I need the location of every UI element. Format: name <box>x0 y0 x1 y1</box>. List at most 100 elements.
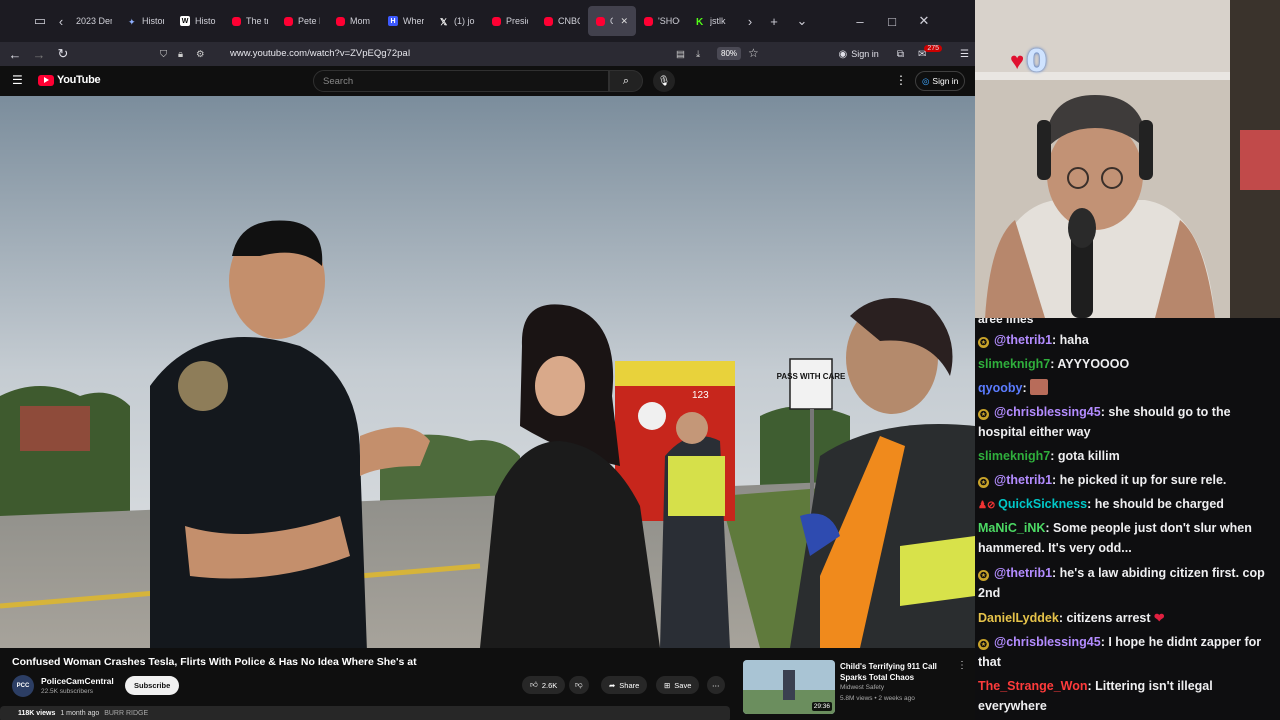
url-text[interactable]: www.youtube.com/watch?v=ZVpEQg72paI <box>230 48 410 59</box>
tab-overview-icon[interactable]: ▭ <box>26 7 54 35</box>
address-bar[interactable]: ⛉ 🔒︎ ⚙ www.youtube.com/watch?v=ZVpEQg72p… <box>156 42 776 66</box>
channel-avatar[interactable]: PCC <box>12 675 34 697</box>
browser-tab[interactable]: Mom <box>328 6 380 36</box>
youtube-signin-button[interactable]: ◎ Sign in <box>915 71 966 91</box>
close-tab-icon[interactable]: ✕ <box>620 16 628 27</box>
chat-username[interactable]: @thetrib1 <box>994 566 1052 580</box>
hamburger-menu-icon[interactable]: ☰ <box>12 73 23 87</box>
chat-username[interactable]: MaNiC_iNK <box>978 521 1045 535</box>
browser-tab[interactable]: Co ✕ <box>588 6 636 36</box>
chat-username[interactable]: DanielLyddek <box>978 611 1059 625</box>
save-button[interactable]: ⊞ Save <box>656 676 700 694</box>
youtube-favicon-icon <box>544 16 553 26</box>
browser-tab[interactable]: CNBC <box>536 6 588 36</box>
browser-tab-label: The tr <box>246 16 268 26</box>
chat-username[interactable]: @thetrib1 <box>994 473 1052 487</box>
chat-text: : he picked it up for sure rele. <box>1052 473 1227 487</box>
share-button[interactable]: ➦ Share <box>601 676 648 694</box>
browser-tab[interactable]: 2023 Dem <box>68 6 120 36</box>
tab-scroll-left-icon[interactable]: ‹ <box>54 7 68 35</box>
recommended-channel[interactable]: Midwest Safety <box>840 684 884 691</box>
chat-badges-icon: ♟⊘ <box>978 500 999 511</box>
chat-message: ✪ @thetrib1: he picked it up for sure rel… <box>978 470 1278 490</box>
wikipedia-favicon-icon: W <box>180 16 190 26</box>
chat-cutoff-text: aree lines <box>978 318 1034 326</box>
channel-name[interactable]: PoliceCamCentral <box>41 676 114 686</box>
close-window-icon[interactable]: ✕ <box>910 7 938 35</box>
browser-tab[interactable]: H Where <box>380 6 432 36</box>
zoom-level[interactable]: 80% <box>717 47 742 60</box>
chat-username[interactable]: QuickSickness <box>998 497 1087 511</box>
view-count: 118K views <box>18 710 56 717</box>
extensions-icon[interactable]: ⧉ <box>897 49 904 60</box>
browser-tab-label: 2023 Dem <box>76 16 112 26</box>
bookmark-star-icon[interactable]: ☆ <box>748 46 759 60</box>
chat-username[interactable]: slimeknigh7 <box>978 449 1050 463</box>
search-button[interactable]: ⌕ <box>609 70 643 92</box>
browser-tab[interactable]: Presid <box>484 6 536 36</box>
like-count: 2.6K <box>541 680 558 690</box>
browser-tab-label: (1) jo <box>454 16 475 26</box>
chat-username[interactable]: qyooby <box>978 381 1022 395</box>
browser-tab-label: Presid <box>506 16 528 26</box>
video-player[interactable]: 123 PASS WITH CARE <box>0 96 975 648</box>
thumbs-down-icon: 👎︎ <box>575 680 583 689</box>
forward-icon[interactable]: → <box>27 42 51 66</box>
back-icon[interactable]: ← <box>3 42 27 66</box>
browser-tab[interactable]: W Histor <box>172 6 224 36</box>
tab-scroll-right-icon[interactable]: › <box>740 7 760 35</box>
save-pocket-icon[interactable]: ⤓ <box>696 49 700 60</box>
video-info: Confused Woman Crashes Tesla, Flirts Wit… <box>0 648 975 720</box>
browser-tab[interactable]: 'SHOC <box>636 6 688 36</box>
new-tab-icon[interactable]: + <box>760 7 788 35</box>
reload-icon[interactable]: ↻ <box>51 42 75 66</box>
youtube-favicon-icon <box>492 16 501 26</box>
chat-username[interactable]: slimeknigh7 <box>978 357 1050 371</box>
description-box[interactable]: 118K views 1 month ago BURR RIDGE <box>0 706 730 720</box>
browser-tab[interactable]: The tr <box>224 6 276 36</box>
browser-window: ▭ ‹ 2023 Dem ✦ Histor W Histor The tr Pete H Mo… <box>0 0 975 720</box>
chat-username[interactable]: @chrisblessing45 <box>994 405 1101 419</box>
account-icon[interactable]: ◉ <box>839 49 848 60</box>
lock-icon[interactable]: 🔒︎ <box>178 49 183 60</box>
youtube-favicon-icon <box>284 16 293 26</box>
permissions-icon[interactable]: ⚙ <box>196 49 205 60</box>
dislike-button[interactable]: 👎︎ <box>569 676 589 694</box>
browser-tab[interactable]: 𝕏 (1) jo <box>432 6 484 36</box>
youtube-logo[interactable]: YouTube <box>38 74 101 86</box>
browser-signin[interactable]: Sign in <box>851 49 879 59</box>
more-actions-button[interactable]: ⋯ <box>707 676 725 694</box>
browser-tab-label: Where <box>403 16 424 26</box>
search-input[interactable]: Search <box>313 70 609 92</box>
tab-list-menu-icon[interactable]: ⌄ <box>788 7 816 35</box>
site-favicon-icon: H <box>388 16 398 26</box>
chat-username[interactable]: @thetrib1 <box>994 333 1052 347</box>
subscribe-button[interactable]: Subscribe <box>125 676 180 695</box>
channel-subscribers: 22.5K subscribers <box>41 688 94 695</box>
youtube-header: ☰ YouTube Search ⌕ 🎙︎ ⋮ ◎ Sign in <box>0 66 975 96</box>
voice-search-button[interactable]: 🎙︎ <box>653 70 675 92</box>
chat-username[interactable]: @chrisblessing45 <box>994 635 1101 649</box>
browser-tab[interactable]: ✦ Histor <box>120 6 172 36</box>
recommended-duration: 29:36 <box>811 702 832 711</box>
thumbs-up-icon: 👍︎ <box>530 680 538 689</box>
maximize-icon[interactable]: □ <box>878 7 906 35</box>
browser-tab-label: Mom <box>350 16 370 26</box>
chat-username[interactable]: The_Strange_Won <box>978 679 1088 693</box>
recommended-title[interactable]: Child's Terrifying 911 Call Sparks Total… <box>840 661 950 683</box>
app-menu-icon[interactable]: ☰ <box>960 49 969 60</box>
browser-tab-label: jstlk <box>710 16 726 26</box>
reader-view-icon[interactable]: ▤ <box>676 49 685 60</box>
chat-message: slimeknigh7: gota killim <box>978 446 1278 466</box>
browser-tab-label: Pete H <box>298 16 320 26</box>
recommended-thumbnail[interactable]: 29:36 <box>743 660 835 714</box>
browser-tab[interactable]: Pete H <box>276 6 328 36</box>
chat-message: ✪ @thetrib1: haha <box>978 330 1278 350</box>
shield-icon[interactable]: ⛉ <box>160 49 167 60</box>
settings-more-icon[interactable]: ⋮ <box>895 73 907 87</box>
minimize-icon[interactable]: – <box>846 7 874 35</box>
like-button[interactable]: 👍︎ 2.6K <box>522 676 566 694</box>
recommended-more-icon[interactable]: ⋮ <box>957 660 967 671</box>
browser-tab[interactable]: Kjstlk <box>688 6 740 36</box>
save-playlist-icon: ⊞ <box>664 680 671 690</box>
